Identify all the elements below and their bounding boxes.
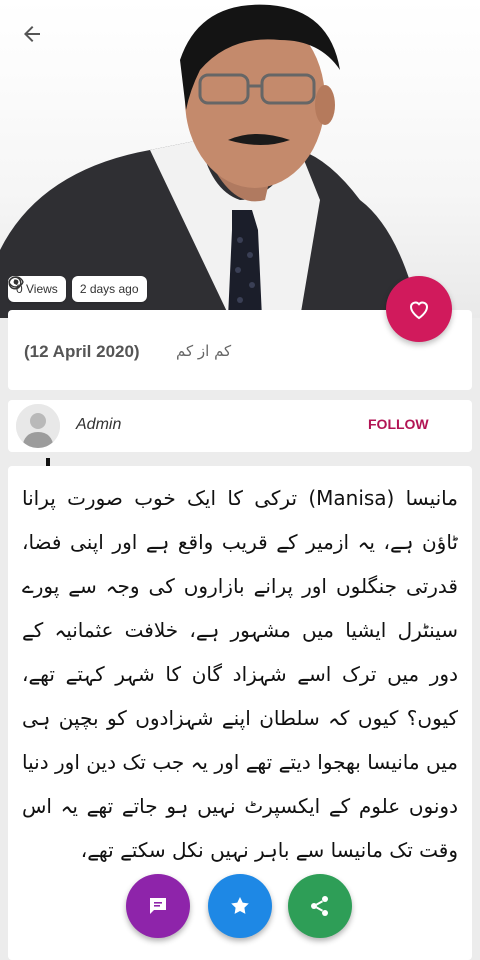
article-title: کم از کم	[176, 342, 232, 360]
bookmark-button[interactable]	[208, 874, 272, 938]
article-date: (12 April 2020)	[24, 342, 140, 361]
article-screen: 0 Views 2 days ago (12 April 2020) کم از…	[0, 0, 480, 960]
back-button[interactable]	[20, 22, 56, 58]
user-avatar-icon	[16, 404, 60, 448]
share-icon	[311, 896, 328, 916]
heart-outline-icon	[409, 301, 429, 320]
author-name: Admin	[76, 416, 122, 433]
comment-button[interactable]	[126, 874, 190, 938]
time-label: 2 days ago	[79, 282, 139, 296]
share-button[interactable]	[288, 874, 352, 938]
chat-icon	[150, 898, 166, 914]
arrow-left-icon	[24, 26, 40, 42]
article-text: مانیسا (Manisa) ترکی کا ایک خوب صورت پرا…	[22, 486, 458, 862]
star-icon	[231, 897, 249, 914]
hero-image: 0 Views 2 days ago	[0, 0, 480, 318]
stats-row: 0 Views 2 days ago	[8, 276, 147, 302]
author-photo	[0, 4, 420, 318]
time-chip: 2 days ago	[8, 276, 147, 302]
follow-button[interactable]: FOLLOW	[368, 416, 429, 432]
clock-icon	[8, 276, 22, 290]
author-card: Admin FOLLOW	[8, 400, 472, 452]
avatar	[16, 404, 60, 448]
favorite-button[interactable]	[386, 276, 452, 342]
